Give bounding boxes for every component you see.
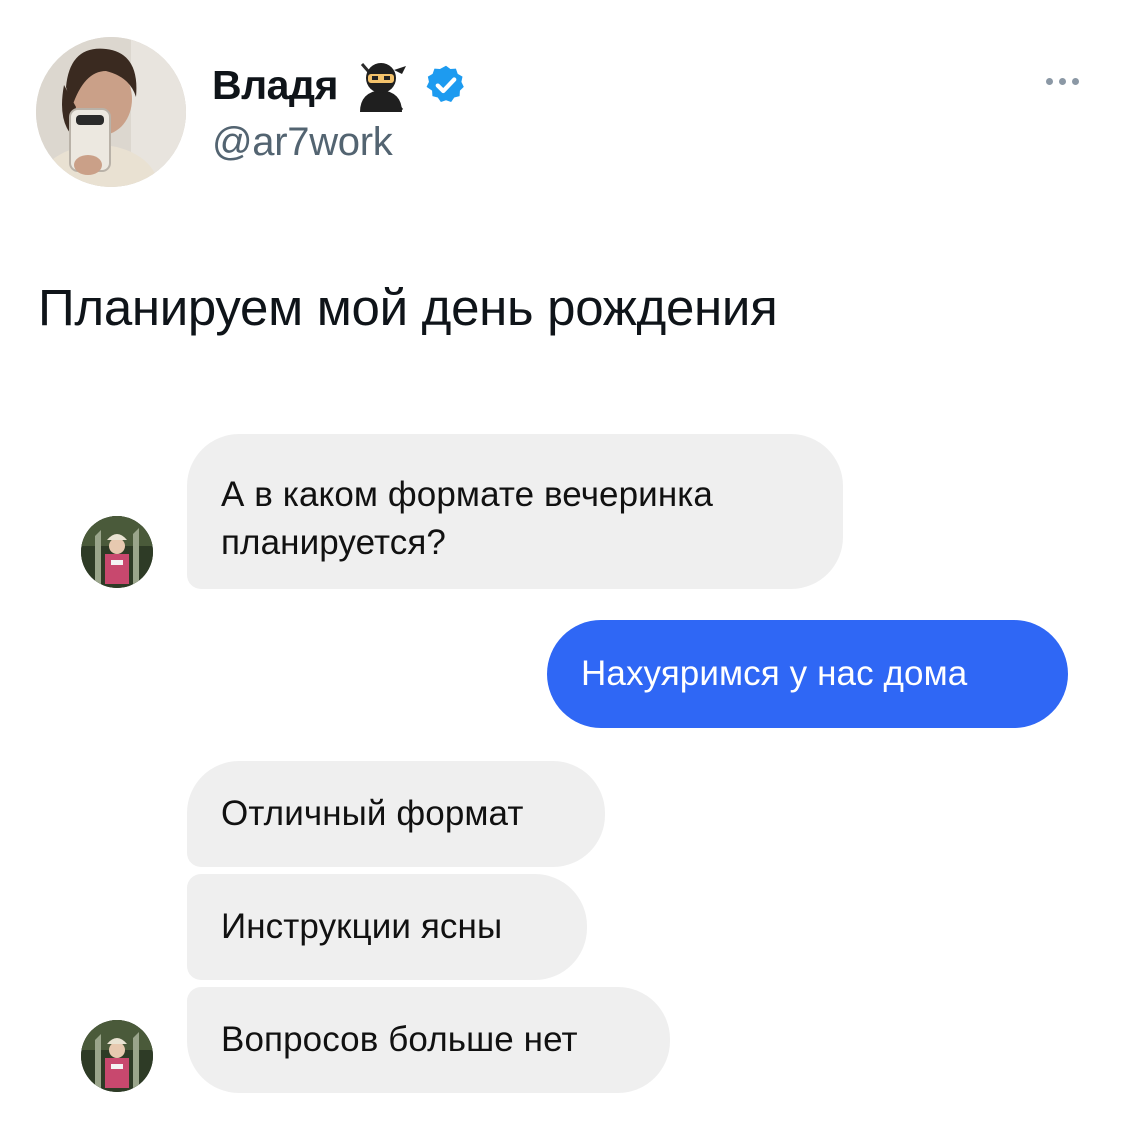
- chat-message-incoming: Вопросов больше нет: [187, 987, 670, 1093]
- contact-photo-icon: [81, 1020, 153, 1092]
- contact-avatar: [81, 1020, 153, 1092]
- contact-avatar: [81, 516, 153, 588]
- author-handle[interactable]: @ar7work: [212, 120, 393, 165]
- verified-badge-icon: [426, 65, 464, 103]
- author-display-name[interactable]: Владя: [212, 62, 338, 109]
- profile-photo-icon: [36, 37, 186, 187]
- chat-message-incoming: А в каком формате вечеринка планируется?: [187, 434, 843, 589]
- more-dot-icon: [1058, 77, 1066, 85]
- tweet-text: Планируем мой день рождения: [38, 279, 778, 336]
- more-dot-icon: [1071, 77, 1079, 85]
- more-options-button[interactable]: [1035, 66, 1089, 96]
- more-dot-icon: [1045, 77, 1053, 85]
- chat-message-incoming: Инструкции ясны: [187, 874, 587, 980]
- ninja-icon: [359, 63, 406, 112]
- author-name-row: Владя: [212, 55, 468, 115]
- contact-photo-icon: [81, 516, 153, 588]
- author-avatar[interactable]: [36, 37, 186, 187]
- chat-message-outgoing: Нахуяримся у нас дома: [547, 620, 1068, 728]
- chat-message-incoming: Отличный формат: [187, 761, 605, 867]
